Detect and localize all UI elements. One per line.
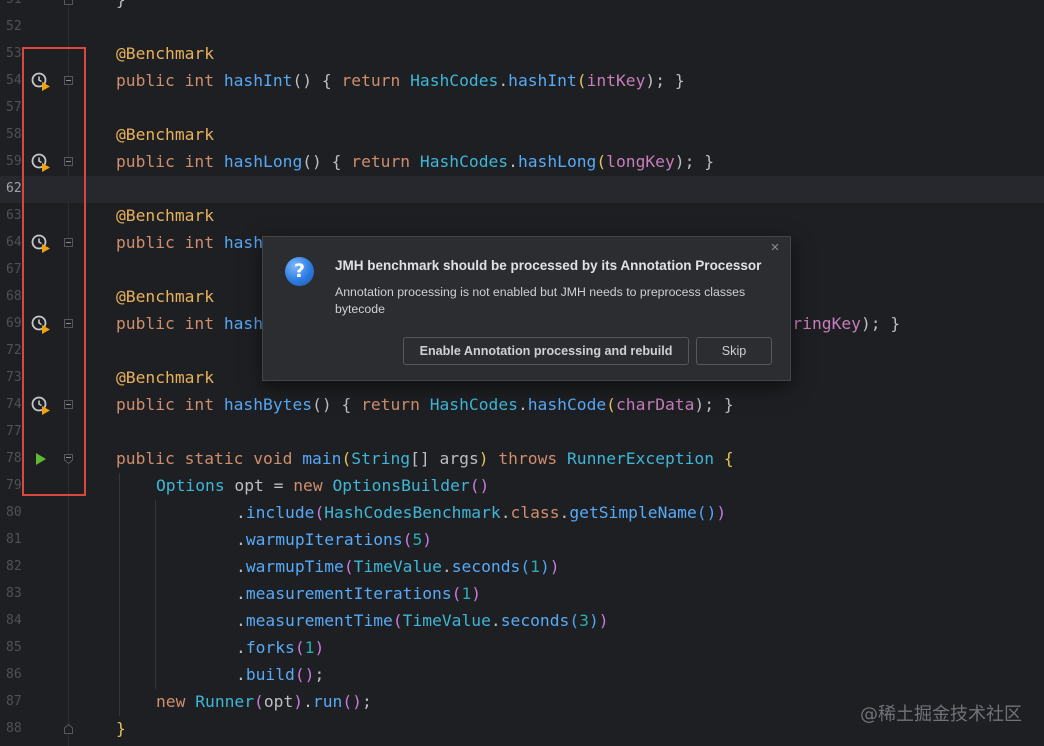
- code-line[interactable]: 82 .warmupTime(TimeValue.seconds(1)): [0, 554, 1044, 581]
- line-number: 73: [6, 370, 22, 385]
- code-line[interactable]: 81 .warmupIterations(5): [0, 527, 1044, 554]
- code-text: @Benchmark: [116, 44, 215, 63]
- line-number: 81: [6, 532, 22, 547]
- code-line[interactable]: 62: [0, 176, 1044, 203]
- run-main-icon[interactable]: [30, 449, 52, 471]
- code-line[interactable]: 59 public int hashLong() { return HashCod…: [0, 149, 1044, 176]
- code-text: .build();: [236, 665, 325, 684]
- fold-toggle-icon[interactable]: [64, 400, 73, 409]
- dialog-title: JMH benchmark should be processed by its…: [335, 258, 762, 273]
- code-text: public int hashBytes() { return HashCode…: [116, 395, 734, 414]
- line-number: 85: [6, 640, 22, 655]
- code-line[interactable]: 58 @Benchmark: [0, 122, 1044, 149]
- fold-toggle-icon[interactable]: [64, 157, 73, 166]
- line-number: 74: [6, 397, 22, 412]
- line-number: 51: [6, 0, 24, 7]
- code-text: public int hashLong() { return HashCodes…: [116, 152, 715, 171]
- code-text: @Benchmark: [116, 287, 215, 306]
- code-text: }: [116, 719, 126, 738]
- line-number: 67: [6, 262, 22, 277]
- line-number: 88: [6, 721, 22, 736]
- line-number: 64: [6, 235, 22, 250]
- code-text: new Runner(opt).run();: [156, 692, 372, 711]
- fold-end-icon[interactable]: [64, 0, 73, 5]
- code-text: Options opt = new OptionsBuilder(): [156, 476, 490, 495]
- line-number: 72: [6, 343, 22, 358]
- run-benchmark-icon[interactable]: [30, 71, 52, 93]
- run-benchmark-icon[interactable]: [30, 395, 52, 417]
- line-number: 77: [6, 424, 22, 439]
- watermark: @稀土掘金技术社区: [860, 704, 1022, 725]
- code-line[interactable]: 54 public int hashInt() { return HashCode…: [0, 68, 1044, 95]
- fold-toggle-icon[interactable]: [64, 76, 73, 85]
- line-number: 69: [6, 316, 22, 331]
- dialog-message: Annotation processing is not enabled but…: [335, 285, 746, 316]
- code-text: .forks(1): [236, 638, 325, 657]
- code-line[interactable]: 77: [0, 419, 1044, 446]
- run-benchmark-icon[interactable]: [30, 233, 52, 255]
- code-text: public static void main(String[] args) t…: [116, 449, 734, 468]
- code-line[interactable]: 63 @Benchmark: [0, 203, 1044, 230]
- code-line[interactable]: 57: [0, 95, 1044, 122]
- code-text: @Benchmark: [116, 206, 215, 225]
- line-number: 87: [6, 694, 22, 709]
- code-text: public int hashInt() { return HashCodes.…: [116, 71, 685, 90]
- code-line[interactable]: 78 public static void main(String[] args)…: [0, 446, 1044, 473]
- code-line[interactable]: 74 public int hashBytes() { return HashCo…: [0, 392, 1044, 419]
- code-text: }: [116, 0, 126, 11]
- fold-open-icon[interactable]: [64, 454, 73, 464]
- run-benchmark-icon[interactable]: [30, 152, 52, 174]
- line-number: 68: [6, 289, 22, 304]
- line-number: 86: [6, 667, 22, 682]
- enable-annotation-processing-button[interactable]: Enable Annotation processing and rebuild: [403, 337, 689, 365]
- code-text: @Benchmark: [116, 125, 215, 144]
- annotation-processor-dialog: × ? JMH benchmark should be processed by…: [262, 236, 791, 381]
- code-text: @Benchmark: [116, 368, 215, 387]
- line-number: 58: [6, 127, 22, 142]
- code-text: public int hash: [116, 233, 264, 252]
- code-line[interactable]: 83 .measurementIterations(1): [0, 581, 1044, 608]
- skip-button[interactable]: Skip: [696, 337, 772, 365]
- line-number: 59: [6, 154, 22, 169]
- code-line[interactable]: 80 .include(HashCodesBenchmark.class.getS…: [0, 500, 1044, 527]
- code-text: .include(HashCodesBenchmark.class.getSim…: [236, 503, 727, 522]
- fold-toggle-icon[interactable]: [64, 319, 73, 328]
- code-line[interactable]: 53 @Benchmark: [0, 41, 1044, 68]
- line-number: 80: [6, 505, 22, 520]
- code-text: .warmupTime(TimeValue.seconds(1)): [236, 557, 560, 576]
- code-line[interactable]: 86 .build();: [0, 662, 1044, 689]
- fold-end-icon[interactable]: [64, 724, 73, 734]
- line-number: 54: [6, 73, 22, 88]
- indent-guide: [119, 473, 120, 716]
- line-number: 63: [6, 208, 22, 223]
- close-icon[interactable]: ×: [767, 240, 783, 256]
- line-number: 82: [6, 559, 22, 574]
- line-number: 53: [6, 46, 22, 61]
- code-line[interactable]: 85 .forks(1): [0, 635, 1044, 662]
- line-number: 57: [6, 100, 22, 115]
- code-line[interactable]: 51}: [0, 0, 1044, 14]
- code-line[interactable]: 84 .measurementTime(TimeValue.seconds(3)): [0, 608, 1044, 635]
- line-number: 62: [6, 181, 22, 196]
- code-line[interactable]: 79 Options opt = new OptionsBuilder(): [0, 473, 1044, 500]
- line-number: 52: [6, 19, 22, 34]
- run-benchmark-icon[interactable]: [30, 314, 52, 336]
- line-number: 78: [6, 451, 22, 466]
- line-number: 84: [6, 613, 22, 628]
- line-number: 79: [6, 478, 22, 493]
- code-text: .measurementIterations(1): [236, 584, 482, 603]
- indent-guide: [155, 500, 156, 689]
- question-icon: ?: [285, 257, 314, 286]
- code-text: .warmupIterations(5): [236, 530, 433, 549]
- code-line[interactable]: 52: [0, 14, 1044, 41]
- fold-toggle-icon[interactable]: [64, 238, 73, 247]
- code-text: .measurementTime(TimeValue.seconds(3)): [236, 611, 609, 630]
- line-number: 83: [6, 586, 22, 601]
